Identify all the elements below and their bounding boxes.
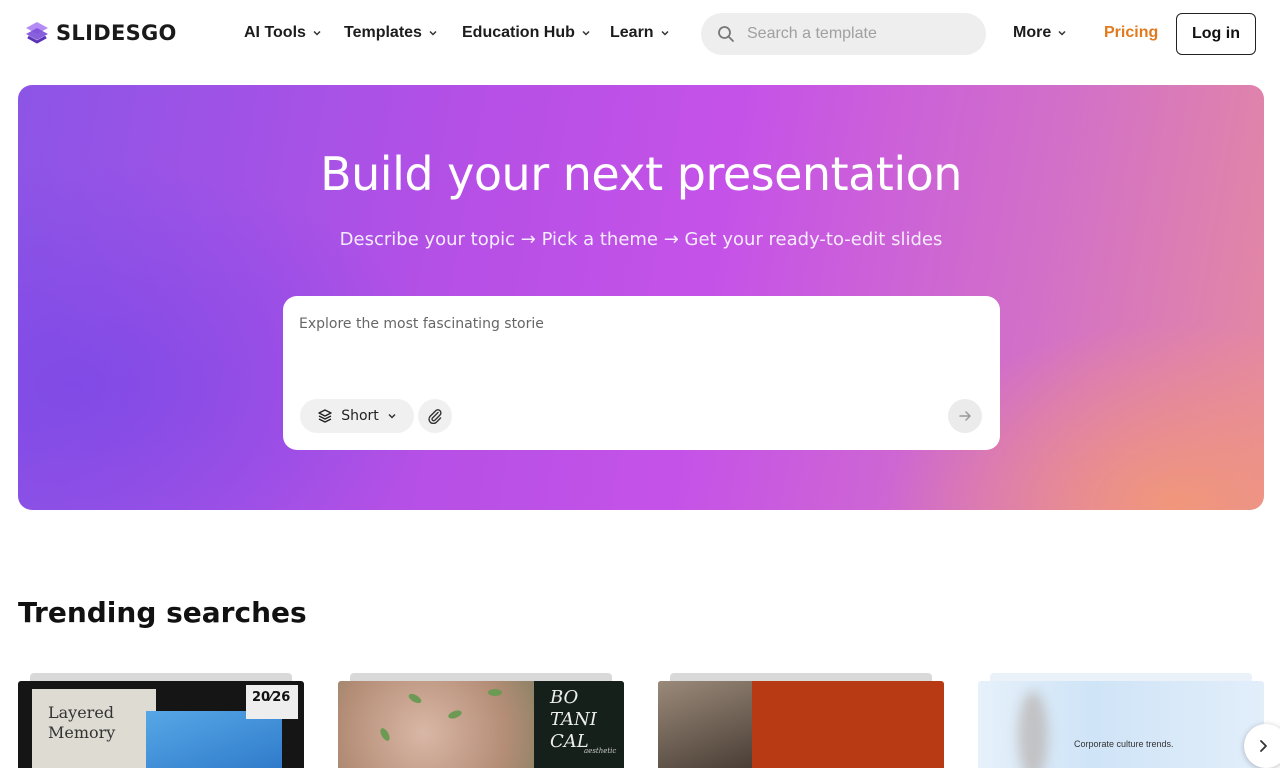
chevron-down-icon	[582, 30, 590, 36]
card-thumbnail	[658, 681, 944, 768]
search-input[interactable]	[747, 25, 967, 43]
chevron-right-icon	[1260, 740, 1267, 752]
layers-icon	[318, 409, 332, 423]
pricing-link[interactable]: Pricing	[1104, 24, 1158, 42]
prompt-box: Explore the most fascinating storie Shor…	[283, 296, 1000, 450]
card-photo	[146, 711, 282, 768]
trending-card[interactable]: Layered Memory 20⁄26	[18, 673, 304, 768]
card-title: Corporate culture trends.	[1074, 739, 1174, 749]
nav-learn-label: Learn	[610, 24, 654, 41]
paperclip-icon	[428, 409, 442, 424]
attach-button[interactable]	[418, 399, 452, 433]
chevron-down-icon	[661, 30, 669, 36]
trending-title: Trending searches	[18, 596, 307, 629]
length-select-label: Short	[341, 408, 379, 424]
nav-templates-label: Templates	[344, 24, 422, 41]
chevron-down-icon	[388, 413, 396, 419]
hero-subtitle: Describe your topic → Pick a theme → Get…	[339, 229, 943, 250]
card-thumbnail: BO TANI CAL aesthetic	[338, 681, 624, 768]
chevron-down-icon	[313, 30, 321, 36]
search-icon	[718, 26, 734, 42]
card-thumbnail: Layered Memory 20⁄26	[18, 681, 304, 768]
card-title: Layered Memory	[48, 703, 116, 742]
nav-ai-tools[interactable]: AI Tools	[244, 24, 322, 42]
search-bar[interactable]	[701, 13, 986, 55]
nav-more-label: More	[1013, 24, 1052, 41]
send-button[interactable]	[948, 399, 982, 433]
card-photo	[658, 681, 752, 768]
length-select-button[interactable]: Short	[300, 399, 414, 433]
nav-learn[interactable]: Learn	[610, 24, 670, 42]
trending-card[interactable]: BO TANI CAL aesthetic	[338, 673, 624, 768]
logo[interactable]: SLIDESGO	[24, 20, 177, 46]
nav-more[interactable]: More	[1013, 24, 1067, 42]
chevron-down-icon	[1058, 30, 1066, 36]
leaf-decoration	[407, 691, 423, 706]
leaf-decoration	[378, 726, 392, 743]
prompt-input[interactable]: Explore the most fascinating storie	[299, 316, 979, 376]
arrow-right-icon	[959, 411, 971, 421]
login-button[interactable]: Log in	[1176, 13, 1256, 55]
carousel-next-button[interactable]	[1244, 724, 1280, 768]
card-blur-graphic	[1018, 691, 1048, 768]
nav-templates[interactable]: Templates	[344, 24, 438, 42]
leaf-decoration	[447, 708, 463, 721]
hero-banner: Build your next presentation Describe yo…	[18, 85, 1264, 510]
leaf-decoration	[488, 689, 502, 696]
chevron-down-icon	[429, 30, 437, 36]
card-title: BO TANI CAL	[550, 687, 597, 752]
logo-text: SLIDESGO	[56, 21, 177, 45]
nav-education-hub[interactable]: Education Hub	[462, 24, 591, 42]
card-note: aesthetic	[584, 747, 617, 755]
card-tag: 20⁄26	[252, 690, 291, 705]
card-thumbnail: Corporate culture trends.	[978, 681, 1264, 768]
hero-title: Build your next presentation	[320, 147, 962, 201]
top-nav: SLIDESGO AI Tools Templates Education Hu…	[0, 0, 1280, 68]
trending-card[interactable]: Corporate culture trends.	[978, 673, 1264, 768]
nav-ai-tools-label: AI Tools	[244, 24, 306, 41]
nav-education-hub-label: Education Hub	[462, 24, 575, 41]
slidesgo-logo-icon	[26, 22, 48, 44]
trending-card[interactable]	[658, 673, 944, 768]
